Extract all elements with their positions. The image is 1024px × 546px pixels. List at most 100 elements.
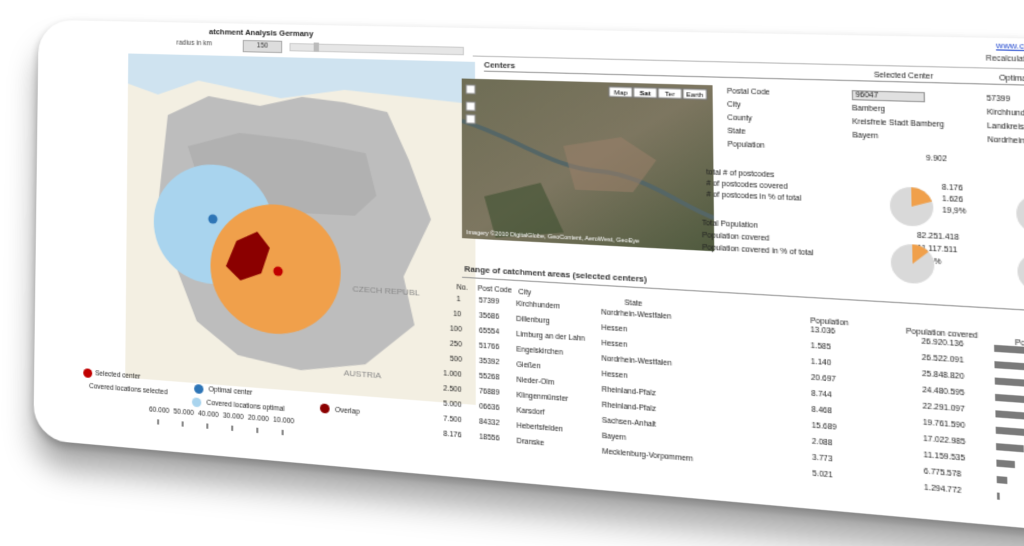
satellite-map[interactable]: Map Sat Ter Earth Imagery ©2010 DigitalGlob… [461, 78, 715, 252]
cell-no: 8.176 [443, 430, 462, 440]
cell-postcode: 65554 [478, 327, 500, 337]
table-row[interactable]: 1 57399 Kirchhundem Nordrhein-Westfalen 13.0… [39, 20, 1024, 355]
col-header-state: State [624, 299, 643, 309]
table-row[interactable]: 7.500 84332 Hebertsfelden Bayern 3.773 6.775.… [39, 20, 1024, 485]
cell-city: Gießen [516, 361, 541, 371]
population-stats: Total Population82.251.41882.251.418Popu… [39, 20, 1024, 267]
cell-population-covered: 26.522.091 [921, 354, 964, 365]
table-row[interactable]: 5.000 06636 Karsdorf Sachsen-Anhalt 2.088 11.… [39, 20, 1024, 469]
selected-population-value: 9.902 [925, 154, 947, 164]
centers-title: Centers [483, 59, 516, 71]
slider-thumb[interactable] [313, 42, 319, 52]
table-row[interactable]: 2.500 76889 Klingenmünster Rheinland-Pfalz 1… [39, 20, 1024, 453]
table-row[interactable]: 8.176 18556 Dranske Mecklenburg-Vorpommern 5… [39, 20, 1024, 500]
cell-postcode: 57399 [478, 297, 500, 306]
selected-center-value: Bamberg [851, 104, 886, 114]
cell-state: Sachsen-Anhalt [601, 416, 657, 430]
screenshot-stage: atchment Analysis Germany www.clearyan r… [0, 0, 1024, 546]
scale-label: 20.000 [247, 414, 269, 424]
scale-label: 60.000 [149, 406, 170, 416]
zoom-controls[interactable] [466, 85, 475, 124]
cell-population-covered: 24.480.595 [922, 386, 965, 398]
cell-state: Bayern [601, 432, 627, 443]
col-header-no: No. [456, 283, 468, 293]
cell-population-covered: 19.761.590 [922, 418, 966, 431]
pct-bar [996, 443, 1024, 453]
cell-population: 8.744 [811, 390, 832, 400]
pan-control[interactable] [466, 85, 475, 94]
scale-tick [281, 429, 284, 436]
optimal-center-value: Landkreis Olpe [987, 122, 1024, 132]
optimal-center-value: Kirchhundem [986, 108, 1024, 119]
legend-covered-optimal-dot [192, 397, 202, 408]
selected-center-value: Kreisfreie Stadt Bamberg [852, 118, 945, 130]
center-field-label: County [727, 114, 753, 123]
population-stat-label: Population covered in % of total [702, 243, 814, 258]
pie-postcodes-selected [889, 186, 934, 228]
table-row[interactable]: 1035686DillenburgHessen1.58526.522.09132… [39, 20, 1024, 372]
table-row[interactable]: 250 51766 Engelskirchen Nordrhein-Westfalen… [39, 20, 1024, 404]
selected-center-value: Bayern [852, 131, 879, 141]
radius-slider[interactable] [289, 42, 464, 56]
map-type-label-sat: Sat [640, 91, 651, 98]
cell-population: 5.021 [812, 470, 833, 480]
postal-code-input[interactable]: 96047 [851, 90, 926, 103]
radius-input[interactable]: 150 [242, 39, 283, 54]
cell-no: 250 [449, 340, 463, 349]
postcode-stat-label: # of postcodes covered [706, 179, 788, 192]
optimal-center-value: 57399 [986, 94, 1011, 104]
cell-postcode: 55268 [479, 372, 500, 382]
cell-city: Nieder-Olm [516, 376, 555, 387]
postcode-stat-selected: 8.176 [941, 183, 963, 193]
cell-postcode: 35392 [479, 357, 500, 367]
map-type-label-map: Map [614, 90, 628, 97]
cell-population-covered: 26.920.136 [921, 337, 964, 349]
selected-center-header: Selected Center [873, 71, 934, 81]
table-row[interactable]: 1.000 55268 Nieder-Olm Rheinland-Pfalz 8.468… [39, 20, 1024, 437]
pie-population-optimal [1017, 251, 1024, 294]
postcode-stat-selected: 19,9% [942, 206, 967, 216]
cell-population-covered: 6.775.578 [923, 467, 962, 479]
cell-city: Karsdorf [516, 406, 545, 417]
scale-label: 50.000 [173, 408, 194, 418]
table-row[interactable]: 100 65554 Limburg an der Lahn Hessen 1.140 25… [39, 20, 1024, 388]
cell-state: Rheinland-Pfalz [601, 386, 656, 398]
cell-population-covered: 1.294.772 [923, 484, 962, 496]
optimal-center-value: Nordrhein-Westfalen [987, 136, 1024, 147]
cell-no: 2.500 [443, 385, 462, 395]
postcode-stat-label: # of postcodes in % of total [706, 190, 802, 203]
pct-bar [994, 377, 1024, 388]
postcode-stats: total # of postcodes8.1768.176# of postc… [39, 20, 1024, 216]
postcode-stat-label: total # of postcodes [706, 168, 775, 180]
legend-covered-selected-label: Covered locations selected [89, 382, 168, 397]
map-type-label-ter: Ter [665, 92, 675, 99]
col-header-postcode: Post Code [477, 285, 512, 295]
cell-no: 5.000 [443, 400, 462, 410]
radius-label: radius in km [176, 39, 213, 48]
table-row[interactable]: 50035392GießenHessen8.74422.291.09727,1% [39, 20, 1024, 420]
zoom-out-button[interactable] [466, 115, 475, 124]
pct-bar [996, 459, 1015, 469]
col-header-city: City [518, 288, 532, 297]
cell-postcode: 84332 [479, 418, 500, 428]
cell-population-covered: 17.022.985 [923, 435, 966, 447]
center-field-label: Postal Code [726, 87, 770, 97]
legend-optimal-label: Optimal center [208, 386, 253, 397]
cell-city: Klingenmünster [516, 391, 569, 404]
map-type-label-earth: Earth [686, 92, 703, 99]
pct-bar [995, 410, 1024, 420]
cell-population: 8.468 [811, 405, 832, 416]
cell-population: 1.140 [810, 358, 832, 368]
pct-bar [994, 361, 1024, 372]
scale-tick [256, 427, 259, 434]
website-link[interactable]: www.clearyan [996, 40, 1024, 52]
cell-state: Hessen [601, 370, 628, 381]
legend-optimal-dot [194, 384, 204, 395]
cell-postcode: 76889 [479, 387, 500, 397]
cell-no: 1.000 [443, 370, 462, 379]
germany-map[interactable]: CZECH REPUBL AUSTRIA [125, 53, 476, 405]
scale-tick [206, 423, 209, 429]
recalculate-button[interactable]: Recalculate optimu [986, 55, 1024, 65]
zoom-in-button[interactable] [466, 102, 475, 111]
legend-scale: 60.000 50.000 40.000 30.000 20.000 10.000 [39, 20, 1024, 436]
